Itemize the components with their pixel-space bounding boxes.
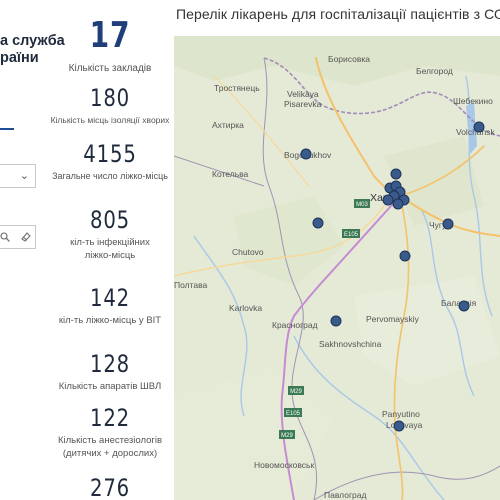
hospital-map[interactable]: M03 E105 M29 E105 M29 Борисовка Белгород…	[174, 36, 500, 500]
search-icon[interactable]	[0, 232, 10, 242]
kpi-card-isolation-places: 180 Кількість місць ізоляції хворих	[42, 84, 178, 127]
kpi-label: Кількість анестезіологів	[57, 435, 163, 446]
city-label: Шебекино	[453, 96, 493, 106]
kpi-value: 180	[89, 84, 131, 112]
hospital-marker[interactable]	[442, 218, 454, 230]
city-label: Борисовка	[328, 54, 370, 64]
kpi-value: 122	[89, 404, 131, 432]
terrain-layer	[174, 36, 500, 500]
kpi-card-partial: 276	[42, 474, 178, 500]
kpi-label: Кількість закладів	[68, 63, 152, 74]
city-label: Новомосковськ	[254, 460, 314, 470]
kpi-label-line2: ліжко-місць	[84, 250, 136, 261]
kpi-card-facilities: 17 Кількість закладів	[42, 16, 178, 75]
kpi-column: 17 Кількість закладів 180 Кількість місц…	[42, 0, 178, 500]
hospital-marker[interactable]	[393, 420, 405, 432]
hospital-marker[interactable]	[330, 315, 342, 327]
city-label: Полтава	[174, 280, 208, 290]
hospital-marker[interactable]	[390, 168, 402, 180]
city-label: Котельва	[212, 169, 249, 179]
hospital-marker[interactable]	[473, 121, 485, 133]
kpi-label-line2: (дитячих + дорослих)	[62, 448, 158, 459]
kpi-label: Кількість місць ізоляції хворих	[50, 115, 170, 125]
city-label: Красноград	[272, 320, 318, 330]
kpi-card-total-beds: 4155 Загальне число ліжко-місць	[42, 140, 178, 183]
chevron-down-icon: ⌄	[19, 170, 29, 182]
city-label: Panyutino	[382, 409, 420, 419]
kpi-value: 4155	[83, 140, 137, 168]
road-shield-m03: M03	[356, 202, 368, 208]
accent-divider	[0, 128, 14, 130]
kpi-value: 128	[89, 350, 131, 378]
hospital-marker[interactable]	[300, 148, 312, 160]
kpi-value: 276	[89, 474, 131, 500]
hospital-marker[interactable]	[312, 217, 324, 229]
kpi-value: 17	[89, 15, 131, 56]
map-canvas[interactable]: M03 E105 M29 E105 M29 Борисовка Белгород…	[174, 36, 500, 500]
kpi-value: 805	[89, 206, 131, 234]
kpi-label: Кількість апаратів ШВЛ	[58, 381, 162, 392]
road-shield-m29: M29	[290, 389, 302, 395]
kpi-label: кіл-ть ліжко-місць у ВІТ	[58, 315, 162, 326]
kpi-card-infectious-beds: 805 кіл-ть інфекційних ліжко-місць	[42, 206, 178, 262]
road-shield-m29-south: M29	[281, 433, 293, 439]
kpi-label: кіл-ть інфекційних	[70, 237, 150, 248]
city-label: Sakhnovshchina	[319, 339, 382, 349]
region-dropdown[interactable]: ⌄	[0, 164, 36, 188]
city-label: Pisarevka	[284, 99, 322, 109]
city-label: Белгород	[416, 66, 453, 76]
road-shield-e105: E105	[344, 232, 359, 238]
hospital-marker[interactable]	[392, 198, 404, 210]
city-label: Ахтирка	[212, 120, 244, 130]
city-label: Velikaya	[287, 89, 319, 99]
hospital-marker[interactable]	[458, 300, 470, 312]
kpi-card-anesthesiologists: 122 Кількість анестезіологів (дитячих + …	[42, 404, 178, 460]
city-label: Karlovka	[229, 303, 262, 313]
kpi-card-icu-beds: 142 кіл-ть ліжко-місць у ВІТ	[42, 284, 178, 327]
map-title: Перелік лікарень для госпіталізації паці…	[176, 6, 500, 22]
road-shield-e105-south: E105	[286, 411, 301, 417]
city-label: Павлоград	[324, 490, 366, 500]
hospital-marker[interactable]	[382, 194, 394, 206]
kpi-card-ventilators: 128 Кількість апаратів ШВЛ	[42, 350, 178, 393]
kpi-label: Загальне число ліжко-місць	[52, 171, 168, 181]
city-label: Pervomayskiy	[366, 314, 420, 324]
city-label: Chutovo	[232, 247, 264, 257]
eraser-icon[interactable]	[20, 231, 32, 243]
kpi-value: 142	[89, 284, 131, 312]
hospital-marker[interactable]	[399, 250, 411, 262]
search-box[interactable]	[0, 225, 36, 249]
city-label: Тростянець	[214, 83, 260, 93]
slicer-panel: а служба раїни ⌄	[0, 0, 65, 500]
